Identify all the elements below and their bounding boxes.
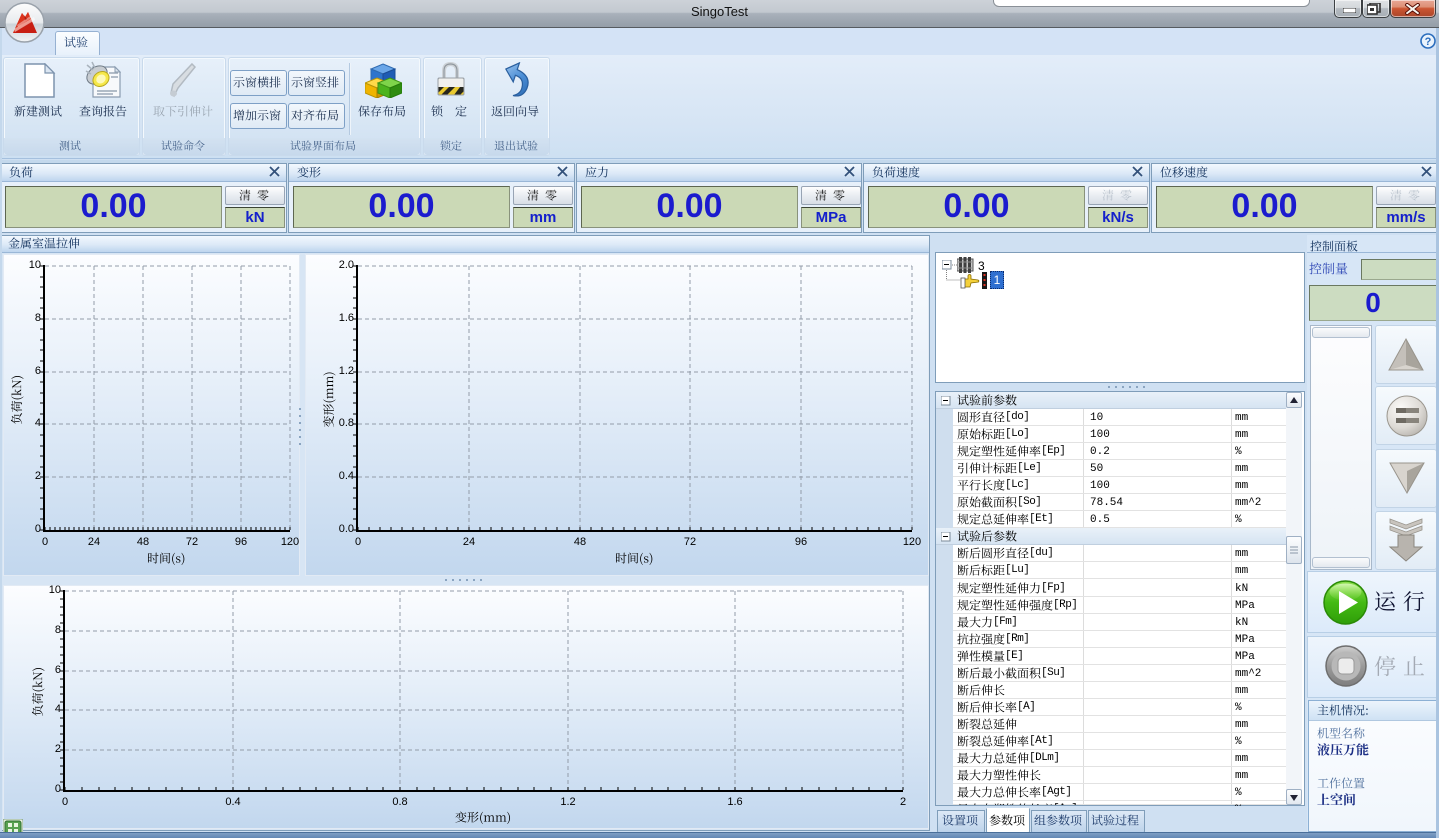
svg-text:?: ? bbox=[1425, 36, 1432, 48]
